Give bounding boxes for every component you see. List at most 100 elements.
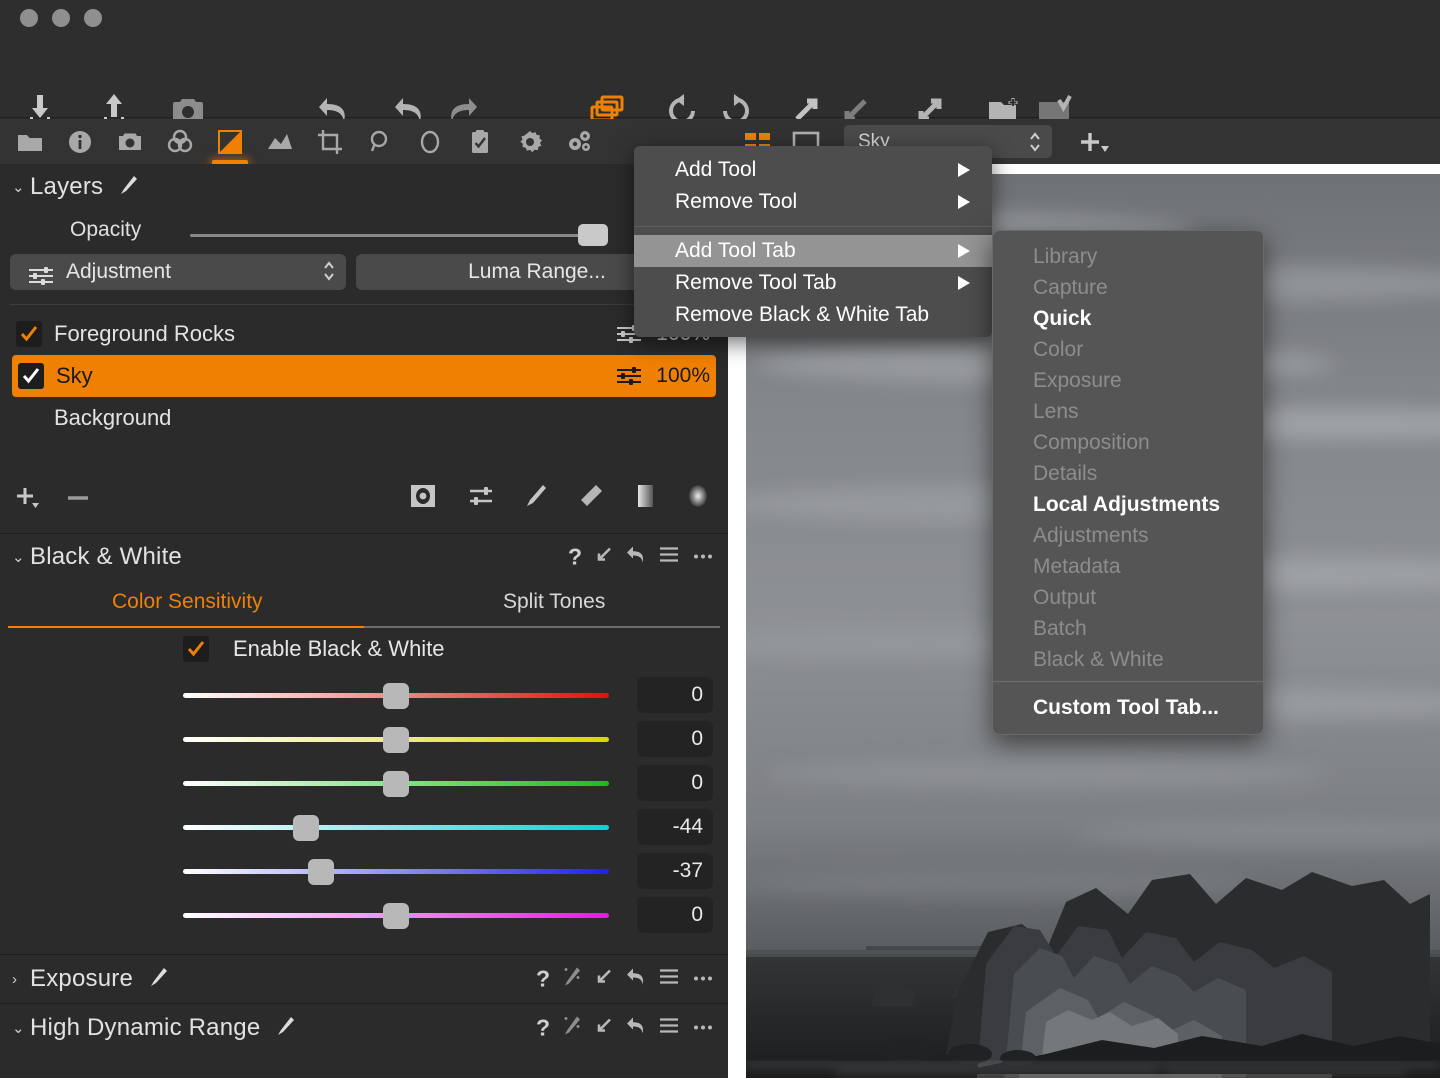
enable-black-and-white-checkbox[interactable]: Enable Black & White: [183, 636, 445, 662]
layer-visibility-checkbox[interactable]: [16, 321, 42, 347]
checkbox-box[interactable]: [183, 636, 209, 662]
opacity-slider-track[interactable]: [190, 234, 602, 237]
submenu-item-details[interactable]: Details: [993, 458, 1263, 489]
slider-value[interactable]: -44: [637, 809, 713, 845]
layers-panel-header[interactable]: ⌄ Layers ?: [0, 164, 728, 210]
reset-icon[interactable]: [626, 545, 646, 570]
slider-value[interactable]: 0: [637, 765, 713, 801]
slider-knob[interactable]: [308, 859, 334, 885]
tab-batch[interactable]: [555, 119, 605, 164]
tab-black-and-white[interactable]: [205, 119, 255, 164]
chevron-down-icon[interactable]: ⌄: [12, 548, 30, 566]
submenu-item-capture[interactable]: Capture: [993, 272, 1263, 303]
layer-type-select[interactable]: Adjustment: [10, 254, 346, 290]
menu-item-remove-tool[interactable]: Remove Tool: [634, 186, 992, 218]
submenu-item-metadata[interactable]: Metadata: [993, 551, 1263, 582]
add-layer-button[interactable]: [1076, 129, 1110, 162]
submenu-item-exposure[interactable]: Exposure: [993, 365, 1263, 396]
submenu-item-local-adjustments[interactable]: Local Adjustments: [993, 489, 1263, 520]
tab-output[interactable]: [505, 119, 555, 164]
exposure-panel-header[interactable]: › Exposure ?: [0, 954, 728, 1003]
slider-knob[interactable]: [383, 903, 409, 929]
help-icon[interactable]: ?: [536, 966, 550, 993]
submenu-item-batch[interactable]: Batch: [993, 613, 1263, 644]
reset-icon[interactable]: [626, 1016, 646, 1041]
add-tool-tab-submenu[interactable]: Library Capture Quick Color Exposure Len…: [992, 230, 1264, 735]
slider-value[interactable]: -37: [637, 853, 713, 889]
slider-knob[interactable]: [293, 815, 319, 841]
tab-local-adjustments[interactable]: [405, 119, 455, 164]
brush-icon[interactable]: [117, 174, 139, 201]
tab-composition[interactable]: [305, 119, 355, 164]
context-menu[interactable]: Add Tool Remove Tool Add Tool Tab Remove…: [634, 146, 992, 337]
help-icon[interactable]: ?: [536, 1015, 550, 1042]
menu-item-remove-tool-tab[interactable]: Remove Tool Tab: [634, 267, 992, 299]
chevron-down-icon[interactable]: ⌄: [12, 1019, 30, 1037]
submenu-item-custom-tool-tab[interactable]: Custom Tool Tab...: [993, 688, 1263, 728]
chevron-down-icon[interactable]: ⌄: [12, 178, 30, 196]
brush-tool-icon[interactable]: [524, 483, 548, 514]
radial-gradient-icon[interactable]: [686, 483, 710, 514]
linear-gradient-icon[interactable]: [634, 483, 656, 514]
table-row[interactable]: Sky 100%: [12, 355, 716, 397]
submenu-item-library[interactable]: Library: [993, 241, 1263, 272]
menu-item-add-tool[interactable]: Add Tool: [634, 154, 992, 186]
remove-layer-button[interactable]: [64, 485, 92, 516]
wand-icon[interactable]: [562, 966, 582, 993]
opacity-slider-knob[interactable]: [578, 224, 608, 246]
expand-icon[interactable]: [594, 967, 614, 992]
more-icon[interactable]: [692, 1017, 714, 1040]
more-icon[interactable]: [692, 546, 714, 569]
close-button[interactable]: [20, 9, 38, 27]
tab-split-tones[interactable]: Split Tones: [503, 590, 605, 614]
chevron-right-icon[interactable]: ›: [12, 971, 30, 988]
submenu-item-color[interactable]: Color: [993, 334, 1263, 365]
show-mask-icon[interactable]: [408, 483, 438, 514]
brush-icon[interactable]: [147, 966, 169, 993]
high-dynamic-range-panel-header[interactable]: ⌄ High Dynamic Range ?: [0, 1003, 728, 1052]
tab-exposure[interactable]: [255, 119, 305, 164]
slider-track[interactable]: [183, 869, 609, 874]
slider-knob[interactable]: [383, 771, 409, 797]
window-controls[interactable]: [20, 9, 102, 27]
menu-item-add-tool-tab[interactable]: Add Tool Tab: [634, 235, 992, 267]
mask-sliders-icon[interactable]: [468, 484, 494, 513]
reset-icon[interactable]: [626, 967, 646, 992]
wand-icon[interactable]: [562, 1015, 582, 1042]
eraser-tool-icon[interactable]: [578, 483, 604, 514]
menu-icon[interactable]: [658, 1017, 680, 1040]
chevron-updown-icon[interactable]: [1028, 129, 1042, 155]
more-icon[interactable]: [692, 968, 714, 991]
layer-visibility-checkbox[interactable]: [18, 363, 44, 389]
tab-details[interactable]: [355, 119, 405, 164]
slider-value[interactable]: 0: [637, 897, 713, 933]
tab-library[interactable]: [5, 119, 55, 164]
slider-knob[interactable]: [383, 683, 409, 709]
table-row[interactable]: Background: [0, 397, 728, 439]
menu-icon[interactable]: [658, 546, 680, 569]
slider-value[interactable]: 0: [637, 677, 713, 713]
submenu-item-quick[interactable]: Quick: [993, 303, 1263, 334]
maximize-button[interactable]: [84, 9, 102, 27]
expand-icon[interactable]: [594, 1016, 614, 1041]
brush-icon[interactable]: [274, 1015, 296, 1042]
tab-capture[interactable]: [55, 119, 105, 164]
layer-mask-icon[interactable]: [616, 366, 642, 391]
slider-track[interactable]: [183, 825, 609, 830]
black-and-white-header[interactable]: ⌄ Black & White ?: [0, 534, 728, 580]
tab-color[interactable]: [155, 119, 205, 164]
tab-metadata[interactable]: [455, 119, 505, 164]
help-icon[interactable]: ?: [568, 544, 582, 571]
chevron-updown-icon[interactable]: [322, 258, 336, 284]
menu-icon[interactable]: [658, 968, 680, 991]
tab-color-sensitivity[interactable]: Color Sensitivity: [112, 590, 263, 614]
table-row[interactable]: Foreground Rocks 100%: [0, 313, 728, 355]
submenu-item-output[interactable]: Output: [993, 582, 1263, 613]
slider-knob[interactable]: [383, 727, 409, 753]
submenu-item-lens[interactable]: Lens: [993, 396, 1263, 427]
minimize-button[interactable]: [52, 9, 70, 27]
submenu-item-composition[interactable]: Composition: [993, 427, 1263, 458]
add-layer-button[interactable]: [14, 485, 42, 516]
tab-camera[interactable]: [105, 119, 155, 164]
slider-value[interactable]: 0: [637, 721, 713, 757]
